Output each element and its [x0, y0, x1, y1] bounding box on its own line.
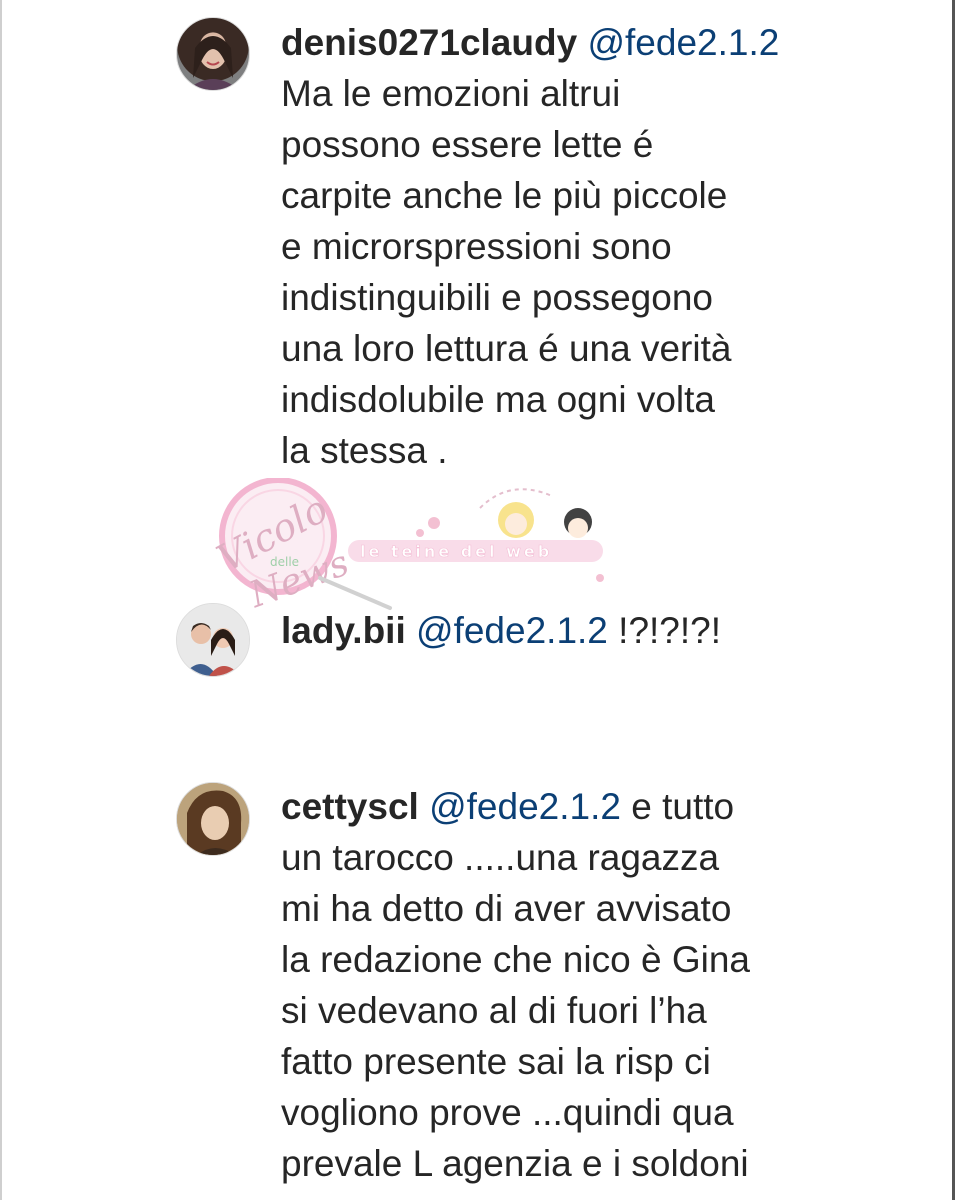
- comment-line: un tarocco .....una ragazza: [281, 837, 720, 878]
- mention-link[interactable]: @fede2.1.2: [587, 22, 779, 63]
- comment-line: e microrspressioni sono: [281, 226, 672, 267]
- avatar[interactable]: [176, 17, 250, 91]
- avatar-photo-icon: [177, 604, 249, 676]
- avatar-photo-icon: [177, 783, 249, 855]
- comment-line: una loro lettura é una verità: [281, 328, 732, 369]
- comment-line: indistinguibili e possegono: [281, 277, 713, 318]
- mention-link[interactable]: @fede2.1.2: [416, 610, 608, 651]
- comment-line: la redazione che nico è Gina: [281, 939, 750, 980]
- comment-line: possono essere lette é: [281, 124, 654, 165]
- comment-line: carpite anche le più piccole: [281, 175, 728, 216]
- watermark-logo: Vicolo delle News le teine del web: [180, 477, 620, 618]
- avatar[interactable]: [176, 603, 250, 677]
- comment-line: e tutto: [631, 786, 735, 827]
- comment-text: lady.bii @fede2.1.2 !?!?!?!: [281, 605, 841, 656]
- username[interactable]: lady.bii: [281, 610, 406, 651]
- comment-line: Ma le emozioni altrui: [281, 73, 621, 114]
- left-frame-line: [0, 0, 2, 1200]
- comment-text: cettyscl @fede2.1.2 e tutto un tarocco .…: [281, 781, 841, 1189]
- mention-link[interactable]: @fede2.1.2: [429, 786, 621, 827]
- avatar-photo-icon: [187, 35, 239, 90]
- comment-line: prevale L agenzia e i soldoni: [281, 1143, 749, 1184]
- comment-line: mi ha detto di aver avvisato: [281, 888, 732, 929]
- comment-line: !?!?!?!: [618, 610, 722, 651]
- username[interactable]: denis0271claudy: [281, 22, 577, 63]
- avatar[interactable]: [176, 782, 250, 856]
- comment-line: si vedevano al di fuori l’ha: [281, 990, 707, 1031]
- comment-line: indisdolubile ma ogni volta: [281, 379, 715, 420]
- comment-line: vogliono prove ...quindi qua: [281, 1092, 734, 1133]
- comment-line: fatto presente sai la risp ci: [281, 1041, 711, 1082]
- comment-text: denis0271claudy @fede2.1.2 Ma le emozion…: [281, 17, 841, 476]
- username[interactable]: cettyscl: [281, 786, 419, 827]
- watermark-banner: le teine del web: [360, 542, 552, 561]
- comment-line: la stessa .: [281, 430, 448, 471]
